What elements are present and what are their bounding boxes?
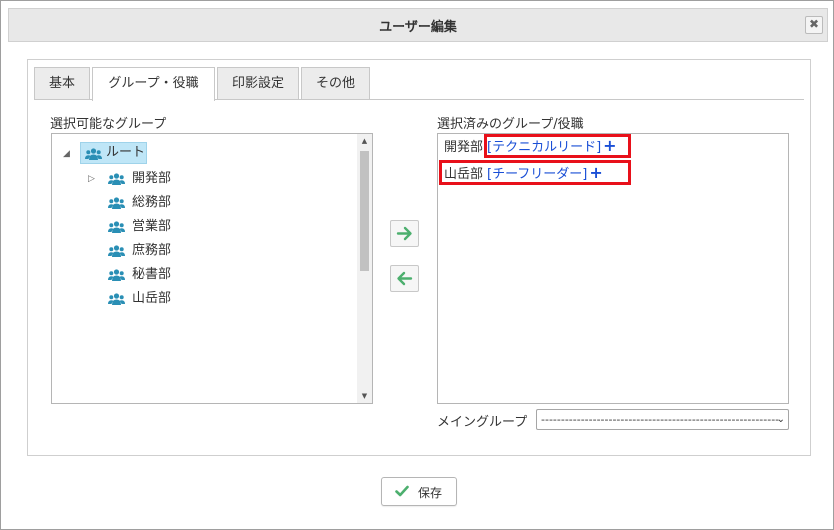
selected-group-name: 開発部 [444, 140, 484, 155]
user-edit-dialog: ユーザー編集 ✖ 基本 グループ・役職 印影設定 その他 選択可能なグループ ◢… [0, 0, 834, 530]
remove-group-button[interactable] [390, 265, 419, 292]
expand-toggle-icon[interactable]: ▷ [88, 168, 95, 190]
group-icon [108, 245, 125, 257]
tree-scrollbar[interactable]: ▲ ▼ [357, 134, 372, 403]
available-groups-tree[interactable]: ◢ ルート ▷ 開発部 総務部 営業部 庶務部 秘書部 山岳部 ▲ ▼ [51, 133, 373, 404]
selected-groups-label: 選択済みのグループ/役職 [437, 117, 584, 132]
add-group-button[interactable] [390, 220, 419, 247]
tree-node-label: 山岳部 [132, 291, 172, 306]
scroll-thumb[interactable] [360, 151, 369, 271]
highlight-frame [484, 134, 631, 158]
group-icon [108, 197, 125, 209]
group-icon [108, 293, 125, 305]
arrow-left-icon [397, 271, 413, 286]
scroll-up-icon[interactable]: ▲ [357, 134, 372, 148]
tree-node-dev[interactable]: 開発部 [108, 168, 228, 190]
tree-node-label: 秘書部 [132, 267, 172, 282]
main-group-value: ----------------------------------------… [541, 413, 780, 426]
tree-node-label: 開発部 [132, 171, 172, 186]
dialog-title: ユーザー編集 [379, 20, 457, 35]
tree-node-label: 総務部 [132, 195, 172, 210]
close-icon[interactable]: ✖ [805, 16, 823, 34]
main-group-label: メイングループ [437, 415, 528, 430]
tree-node-label: 庶務部 [132, 243, 172, 258]
highlight-frame [439, 160, 631, 185]
dialog-titlebar: ユーザー編集 ✖ [8, 8, 828, 42]
group-icon [108, 173, 125, 185]
tab-group-role[interactable]: グループ・役職 [92, 67, 215, 101]
check-icon [395, 485, 409, 497]
tab-panel: 基本 グループ・役職 印影設定 その他 選択可能なグループ ◢ ルート ▷ 開発… [27, 59, 811, 456]
collapse-toggle-icon[interactable]: ◢ [63, 143, 70, 165]
tab-seal-settings[interactable]: 印影設定 [217, 67, 299, 100]
tab-other[interactable]: その他 [301, 67, 370, 100]
scroll-down-icon[interactable]: ▼ [357, 389, 372, 403]
save-button-label: 保存 [418, 486, 443, 500]
arrow-right-icon [396, 226, 412, 241]
save-button[interactable]: 保存 [381, 477, 457, 506]
available-groups-label: 選択可能なグループ [50, 117, 167, 132]
tree-node-general-affairs[interactable]: 総務部 [108, 192, 228, 214]
tree-node-label: 営業部 [132, 219, 172, 234]
tree-node-root[interactable]: ルート [80, 142, 147, 164]
group-icon [108, 269, 125, 281]
tree-node-mountaineering[interactable]: 山岳部 [108, 288, 228, 310]
selected-groups-list[interactable]: 開発部 [テクニカルリード] + 山岳部 [チーフリーダー] + [437, 133, 789, 404]
tree-node-secretary[interactable]: 秘書部 [108, 264, 228, 286]
tree-node-sales[interactable]: 営業部 [108, 216, 228, 238]
tab-basic[interactable]: 基本 [34, 67, 90, 100]
chevron-down-icon: ⌄ [776, 414, 785, 425]
group-icon [85, 148, 102, 160]
main-group-select[interactable]: ----------------------------------------… [536, 409, 789, 430]
tree-node-label: ルート [106, 145, 146, 160]
group-icon [108, 221, 125, 233]
tree-node-clerical[interactable]: 庶務部 [108, 240, 228, 262]
